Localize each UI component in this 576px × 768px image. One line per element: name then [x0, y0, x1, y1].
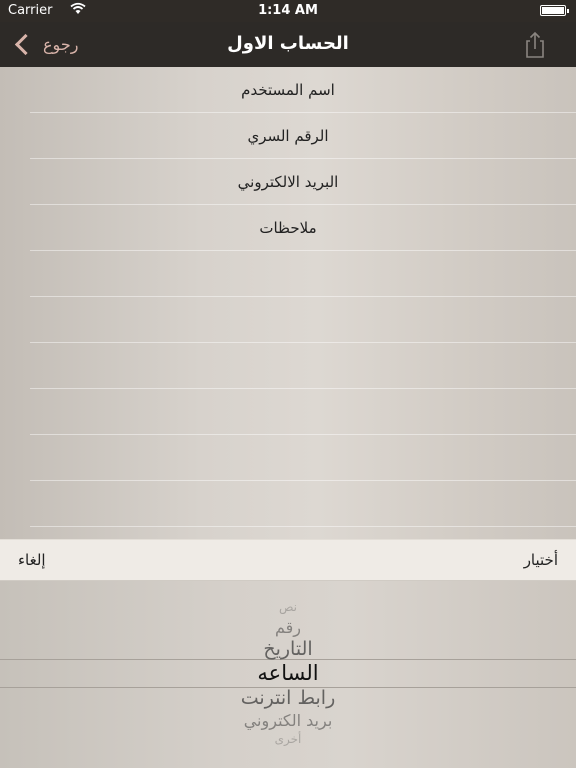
picker-toolbar: إلغاء أختيار	[0, 539, 576, 581]
field-notes[interactable]: ملاحظات	[0, 205, 576, 251]
picker-option[interactable]: رقم	[0, 618, 576, 637]
field-password[interactable]: الرقم السري	[0, 113, 576, 159]
row-divider	[30, 526, 576, 527]
row-divider	[30, 342, 576, 343]
navigation-bar: رجوع الحساب الاول	[0, 22, 576, 67]
choose-button[interactable]: أختيار	[524, 551, 558, 569]
battery-icon	[540, 5, 569, 16]
row-divider	[30, 388, 576, 389]
picker-option[interactable]: بريد الكتروني	[0, 711, 576, 730]
picker-option[interactable]: أخرى	[0, 732, 576, 746]
account-fields-list: اسم المستخدم الرقم السري البريد الالكترو…	[0, 67, 576, 539]
field-username[interactable]: اسم المستخدم	[0, 67, 576, 113]
field-email[interactable]: البريد الالكتروني	[0, 159, 576, 205]
row-divider	[30, 434, 576, 435]
share-icon	[526, 31, 544, 58]
picker-option-selected[interactable]: الساعه	[0, 661, 576, 685]
share-button[interactable]	[520, 30, 550, 60]
type-picker[interactable]: نص رقم التاريخ الساعه رابط انترنت بريد ا…	[0, 581, 576, 768]
picker-option[interactable]: رابط انترنت	[0, 687, 576, 709]
page-title: الحساب الاول	[227, 33, 349, 54]
status-bar: Carrier 1:14 AM	[0, 0, 576, 22]
picker-option[interactable]: نص	[0, 600, 576, 614]
cancel-button[interactable]: إلغاء	[18, 551, 46, 569]
picker-option[interactable]: التاريخ	[0, 638, 576, 660]
clock: 1:14 AM	[258, 3, 318, 18]
row-divider	[30, 480, 576, 481]
row-divider	[30, 296, 576, 297]
